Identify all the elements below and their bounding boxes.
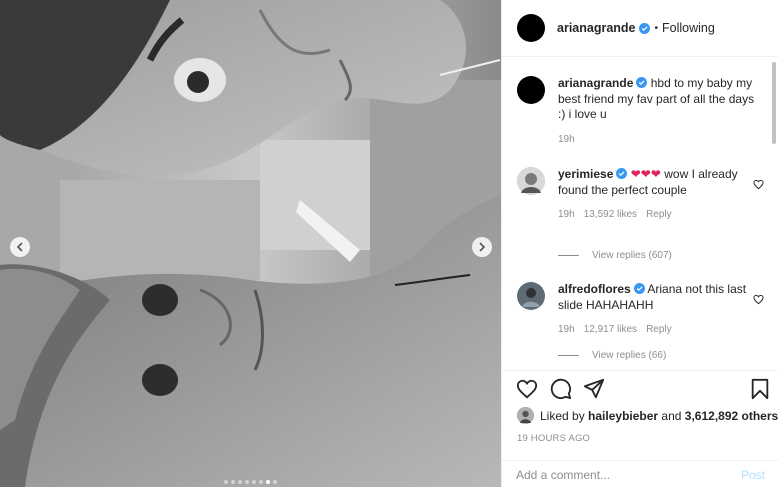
carousel-dot	[252, 480, 256, 484]
caption: arianagrande hbd to my baby my best frie…	[517, 76, 757, 147]
following-button[interactable]: Following	[662, 21, 715, 35]
view-replies-button[interactable]: View replies (607)	[558, 250, 672, 261]
post-actions: Liked by haileybieber and 3,612,892 othe…	[502, 370, 778, 487]
comment-likes[interactable]: 13,592 likes	[584, 207, 637, 223]
chevron-right-icon	[479, 242, 486, 252]
avatar[interactable]	[517, 407, 534, 424]
avatar[interactable]	[517, 282, 545, 310]
carousel-dot	[231, 480, 235, 484]
carousel-dot	[245, 480, 249, 484]
reply-button[interactable]: Reply	[646, 207, 672, 223]
likes-connector: and	[661, 408, 682, 423]
comment-time: 19h	[558, 324, 575, 335]
heart-icon[interactable]	[753, 179, 764, 190]
add-comment-input[interactable]	[516, 468, 741, 482]
likes-prefix: Liked by	[540, 408, 585, 423]
carousel-dot	[238, 480, 242, 484]
comment-username[interactable]: yerimiese	[558, 167, 613, 181]
likes-count[interactable]: 3,612,892 others	[685, 409, 778, 423]
view-replies-label: View replies (607)	[592, 250, 672, 261]
heart-icon[interactable]	[753, 294, 764, 305]
post-side-panel: arianagrande • Following arianagrande hb…	[501, 0, 778, 487]
verified-badge-icon	[636, 77, 648, 88]
comment-item: alfredoflores Ariana not this last slide…	[517, 282, 764, 338]
reply-button[interactable]: Reply	[646, 322, 672, 338]
comments-scrollbar[interactable]	[772, 62, 776, 144]
view-replies-label: View replies (66)	[592, 350, 667, 361]
view-replies-button[interactable]: View replies (66)	[558, 350, 666, 361]
likes-summary: Liked by haileybieber and 3,612,892 othe…	[517, 407, 778, 424]
carousel-dot	[273, 480, 277, 484]
heart-emoji: ❤❤❤	[630, 167, 661, 181]
comment-username[interactable]: alfredoflores	[558, 282, 631, 296]
chevron-left-icon	[16, 242, 23, 252]
comment-item: yerimiese ❤❤❤ wow I already found the pe…	[517, 167, 764, 223]
bookmark-icon[interactable]	[749, 378, 771, 400]
caption-time: 19h	[558, 133, 575, 145]
separator-dot: •	[654, 22, 659, 34]
post-photo[interactable]	[0, 0, 501, 487]
carousel-dot	[266, 480, 270, 484]
avatar[interactable]	[517, 167, 545, 195]
post-image	[0, 0, 501, 487]
post-comment-button[interactable]: Post	[741, 468, 765, 482]
add-comment-bar: Post	[502, 460, 778, 487]
comments-list[interactable]: arianagrande hbd to my baby my best frie…	[502, 58, 778, 370]
verified-badge-icon	[633, 283, 645, 294]
verified-badge-icon	[638, 22, 650, 34]
header-username[interactable]: arianagrande	[557, 21, 636, 35]
comment-icon[interactable]	[550, 378, 572, 400]
post-header: arianagrande • Following	[502, 0, 778, 57]
carousel-prev-button[interactable]	[10, 237, 30, 257]
avatar[interactable]	[517, 14, 545, 42]
verified-badge-icon	[616, 168, 628, 179]
share-icon[interactable]	[583, 378, 605, 400]
post-timestamp: 19 HOURS AGO	[517, 433, 591, 444]
comment-likes[interactable]: 12,917 likes	[584, 322, 637, 338]
avatar[interactable]	[517, 76, 545, 104]
likes-user[interactable]: haileybieber	[588, 409, 658, 423]
heart-icon[interactable]	[516, 378, 538, 400]
carousel-dot	[224, 480, 228, 484]
caption-username[interactable]: arianagrande	[558, 76, 633, 90]
carousel-next-button[interactable]	[472, 237, 492, 257]
carousel-indicator	[0, 480, 501, 484]
carousel-dot	[259, 480, 263, 484]
comment-time: 19h	[558, 209, 575, 220]
